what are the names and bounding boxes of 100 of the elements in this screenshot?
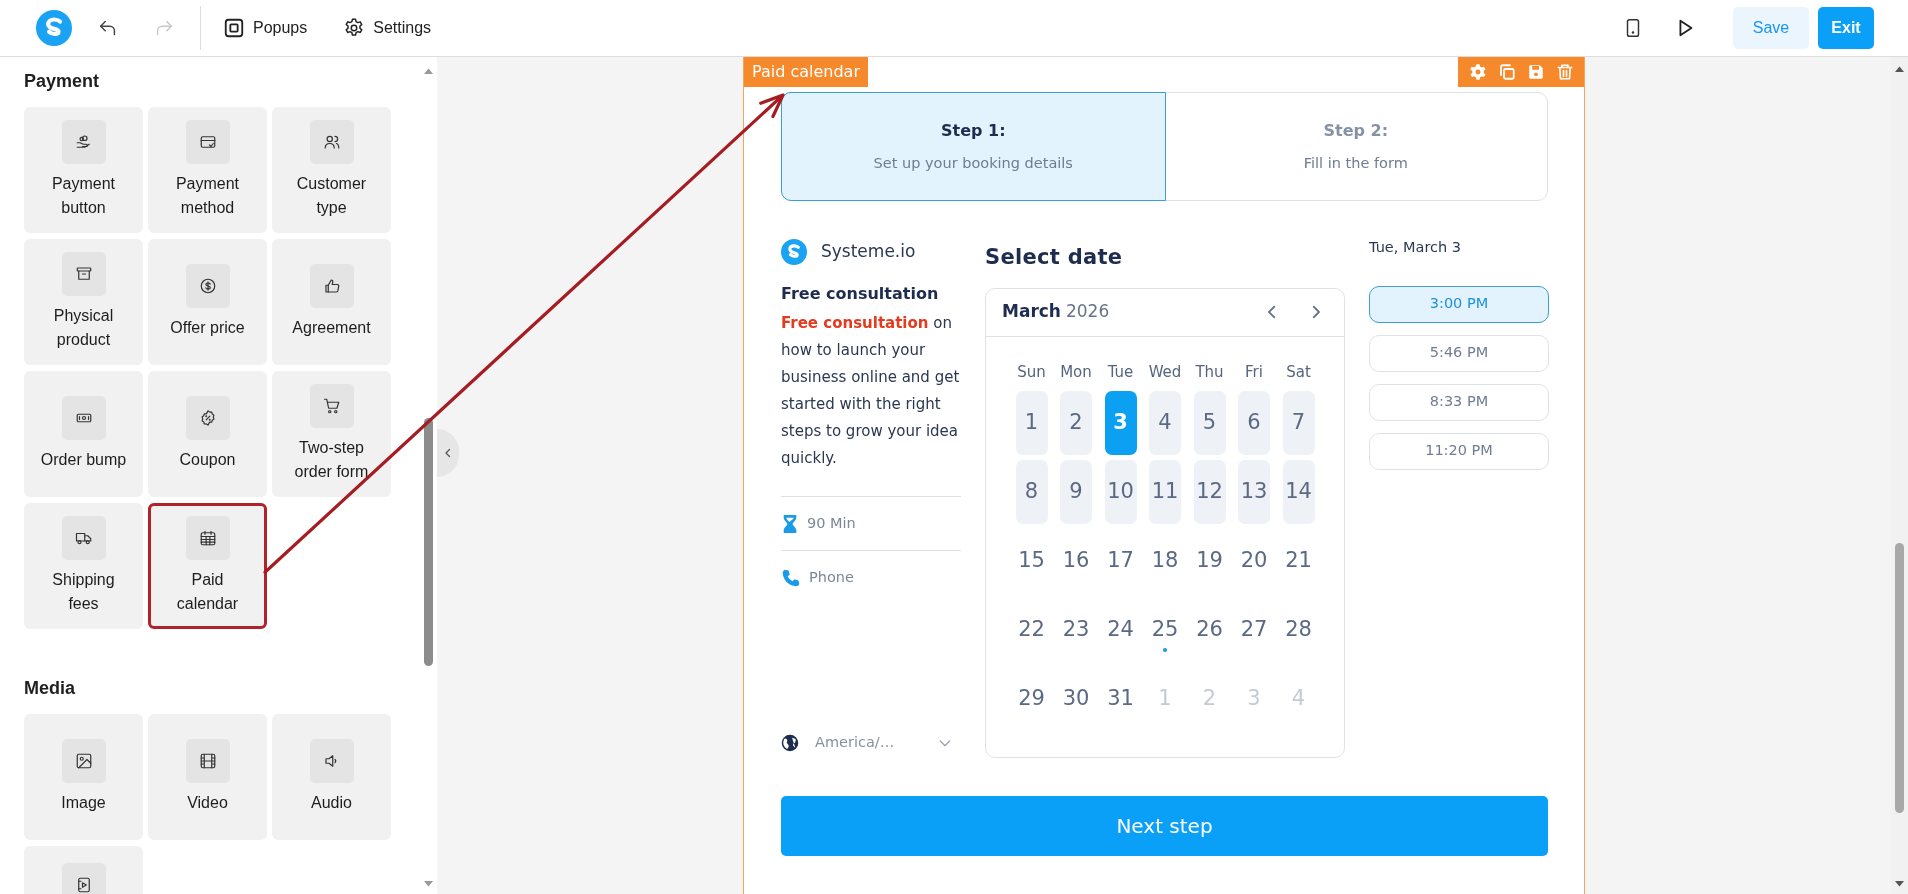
element-tile[interactable]: Shipping fees xyxy=(24,503,143,629)
cart-icon xyxy=(322,397,341,415)
weekday-label: Sun xyxy=(1016,361,1047,383)
settings-icon xyxy=(343,17,366,39)
logo-icon[interactable] xyxy=(36,10,72,46)
element-tile[interactable]: Customer type xyxy=(272,107,391,233)
calendar-day[interactable]: 2 xyxy=(1060,390,1092,455)
brand-name: Systeme.io xyxy=(821,240,916,264)
step-tab[interactable]: Step 2: Fill in the form xyxy=(1163,92,1548,201)
selected-date-label: Tue, March 3 xyxy=(1369,238,1463,257)
page-scrollbar[interactable] xyxy=(1891,57,1908,894)
copy-icon[interactable] xyxy=(1497,63,1516,81)
calendar-day[interactable]: 23 xyxy=(1060,597,1092,662)
collapse-handle[interactable] xyxy=(437,429,459,477)
calendar-day[interactable]: 8 xyxy=(1015,459,1048,524)
calendar-day[interactable]: 15 xyxy=(1015,528,1048,593)
calendar-day[interactable]: 9 xyxy=(1060,459,1092,524)
calendar-day[interactable]: 3 xyxy=(1104,390,1137,455)
element-tile[interactable]: Video xyxy=(148,714,267,840)
exit-button[interactable]: Exit xyxy=(1818,7,1874,49)
step-title: Step 1: xyxy=(939,119,1007,142)
calendar-day[interactable]: 16 xyxy=(1060,528,1092,593)
weekday-label: Sat xyxy=(1285,361,1312,383)
duration-text: 90 Min xyxy=(807,513,856,533)
element-tile[interactable]: Audio xyxy=(272,714,391,840)
month-label: March xyxy=(1002,300,1061,324)
time-slot[interactable]: 8:33 PM xyxy=(1369,383,1549,421)
trash-icon[interactable] xyxy=(1555,63,1574,81)
calendar-day[interactable]: 31 xyxy=(1104,666,1137,731)
event-title: Free consultation xyxy=(781,283,940,305)
calendar-day[interactable]: 17 xyxy=(1104,528,1137,593)
scroll-down-icon[interactable] xyxy=(423,880,434,888)
dollar-icon xyxy=(198,277,217,295)
element-tile[interactable]: Image xyxy=(24,714,143,840)
calendar-heading: Select date xyxy=(985,244,1124,271)
element-tile[interactable]: Agreement xyxy=(272,239,391,365)
film-icon xyxy=(198,752,217,770)
location-text: Phone xyxy=(809,567,854,587)
calendar-day[interactable]: 14 xyxy=(1282,459,1315,524)
next-step-button[interactable]: Next step xyxy=(781,795,1548,856)
calendar-day[interactable]: 22 xyxy=(1015,597,1048,662)
event-description: Free consultation on how to launch your business online and get started with the right steps to grow your idea quickly. xyxy=(781,313,961,469)
scroll-up-icon[interactable] xyxy=(423,67,434,75)
calendar-day[interactable]: 12 xyxy=(1193,459,1226,524)
element-tile[interactable]: Coupon xyxy=(148,371,267,497)
step-subtitle: Fill in the form xyxy=(1302,153,1409,173)
calendar-day[interactable]: 20 xyxy=(1238,528,1270,593)
calendar-day[interactable]: 6 xyxy=(1238,390,1270,455)
calendar-day[interactable]: 19 xyxy=(1193,528,1226,593)
calendar-day[interactable]: 10 xyxy=(1104,459,1137,524)
time-slot[interactable]: 5:46 PM xyxy=(1369,334,1549,372)
step-tab[interactable]: Step 1: Set up your booking details xyxy=(781,92,1166,201)
element-tile[interactable]: Two-step order form xyxy=(272,371,391,497)
calendar-day[interactable]: 13 xyxy=(1238,459,1270,524)
save-button[interactable]: Save xyxy=(1733,7,1809,49)
element-tile[interactable]: Physical product xyxy=(24,239,143,365)
calendar-day[interactable]: 18 xyxy=(1149,528,1181,593)
square-icon xyxy=(223,17,245,39)
calendar-day[interactable]: 1 xyxy=(1015,390,1048,455)
calendar-day[interactable]: 26 xyxy=(1193,597,1226,662)
scroll-down-icon[interactable] xyxy=(1894,880,1905,888)
calendar-day[interactable]: 7 xyxy=(1282,390,1315,455)
element-tile[interactable]: Order bump xyxy=(24,371,143,497)
gear-icon[interactable] xyxy=(1468,63,1487,81)
weekday-label: Thu xyxy=(1194,361,1225,383)
hand-coins-icon xyxy=(74,133,93,151)
scrollbar-thumb[interactable] xyxy=(1895,543,1904,813)
users-icon xyxy=(322,133,341,151)
calendar-day[interactable]: 27 xyxy=(1238,597,1270,662)
time-slot[interactable]: 3:00 PM xyxy=(1369,285,1549,323)
section-heading: Payment xyxy=(24,70,101,93)
menu-button[interactable]: Popups xyxy=(223,16,344,40)
calendar-day[interactable]: 25 xyxy=(1149,597,1181,662)
section-heading: Media xyxy=(24,677,76,700)
element-tile[interactable]: Payment button xyxy=(24,107,143,233)
scroll-up-icon[interactable] xyxy=(1894,65,1905,73)
calendar-day[interactable]: 5 xyxy=(1193,390,1226,455)
element-label: Paid calendar xyxy=(744,57,868,87)
calendar-day[interactable]: 24 xyxy=(1104,597,1137,662)
scrollbar-thumb[interactable] xyxy=(424,418,433,666)
timezone-dropdown[interactable]: America/… xyxy=(781,732,961,754)
element-tile[interactable]: Paid calendar xyxy=(148,503,267,629)
calendar-day[interactable]: 29 xyxy=(1015,666,1048,731)
element-tile[interactable]: Offer price xyxy=(148,239,267,365)
calendar-day[interactable]: 28 xyxy=(1282,597,1315,662)
calendar-day[interactable]: 30 xyxy=(1060,666,1092,731)
weekday-label: Wed xyxy=(1147,361,1183,383)
calendar-day[interactable]: 21 xyxy=(1282,528,1315,593)
archive-icon xyxy=(74,265,93,283)
element-tile[interactable]: Payment method xyxy=(148,107,267,233)
menu-button[interactable]: Settings xyxy=(343,16,456,40)
time-slot[interactable]: 11:20 PM xyxy=(1369,432,1549,470)
step-title: Step 2: xyxy=(1322,119,1390,142)
weekday-label: Tue xyxy=(1106,361,1135,383)
calendar-day[interactable]: 11 xyxy=(1149,459,1181,524)
logo-icon xyxy=(781,239,807,265)
hourglass-icon xyxy=(781,513,799,534)
calendar-day[interactable]: 4 xyxy=(1149,390,1181,455)
year-label: 2026 xyxy=(1065,300,1110,324)
step-subtitle: Set up your booking details xyxy=(872,153,1074,173)
